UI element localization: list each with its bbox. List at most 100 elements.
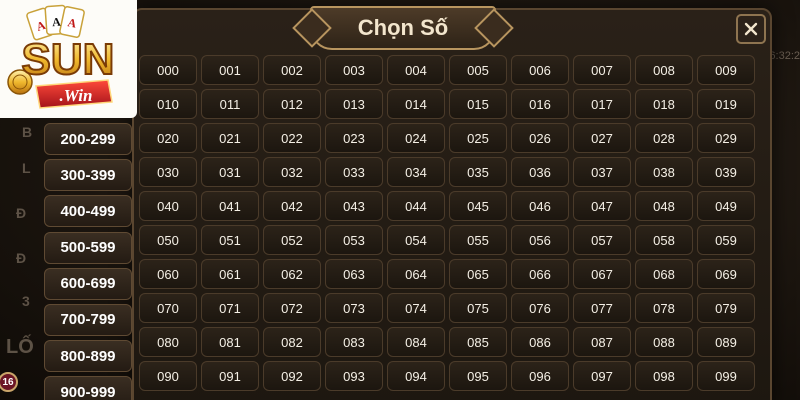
number-cell[interactable]: 045 <box>449 191 507 221</box>
number-cell[interactable]: 056 <box>511 225 569 255</box>
number-cell[interactable]: 066 <box>511 259 569 289</box>
range-button[interactable]: 200-299 <box>44 123 132 155</box>
number-cell[interactable]: 072 <box>263 293 321 323</box>
number-cell[interactable]: 040 <box>139 191 197 221</box>
range-button[interactable]: 500-599 <box>44 231 132 264</box>
number-cell[interactable]: 082 <box>263 327 321 357</box>
number-cell[interactable]: 034 <box>387 157 445 187</box>
number-cell[interactable]: 093 <box>325 361 383 391</box>
number-cell[interactable]: 074 <box>387 293 445 323</box>
number-cell[interactable]: 064 <box>387 259 445 289</box>
number-cell[interactable]: 019 <box>697 89 755 119</box>
number-cell[interactable]: 039 <box>697 157 755 187</box>
number-cell[interactable]: 002 <box>263 55 321 85</box>
number-cell[interactable]: 051 <box>201 225 259 255</box>
number-cell[interactable]: 023 <box>325 123 383 153</box>
number-cell[interactable]: 085 <box>449 327 507 357</box>
number-cell[interactable]: 014 <box>387 89 445 119</box>
number-cell[interactable]: 089 <box>697 327 755 357</box>
number-cell[interactable]: 053 <box>325 225 383 255</box>
number-cell[interactable]: 035 <box>449 157 507 187</box>
number-cell[interactable]: 060 <box>139 259 197 289</box>
notification-badge[interactable]: 16 <box>0 372 18 392</box>
number-cell[interactable]: 038 <box>635 157 693 187</box>
number-cell[interactable]: 043 <box>325 191 383 221</box>
number-cell[interactable]: 058 <box>635 225 693 255</box>
number-cell[interactable]: 011 <box>201 89 259 119</box>
number-cell[interactable]: 098 <box>635 361 693 391</box>
number-cell[interactable]: 037 <box>573 157 631 187</box>
number-cell[interactable]: 048 <box>635 191 693 221</box>
number-cell[interactable]: 086 <box>511 327 569 357</box>
number-cell[interactable]: 091 <box>201 361 259 391</box>
number-cell[interactable]: 099 <box>697 361 755 391</box>
number-cell[interactable]: 007 <box>573 55 631 85</box>
number-cell[interactable]: 032 <box>263 157 321 187</box>
number-cell[interactable]: 016 <box>511 89 569 119</box>
number-cell[interactable]: 005 <box>449 55 507 85</box>
number-cell[interactable]: 047 <box>573 191 631 221</box>
number-cell[interactable]: 006 <box>511 55 569 85</box>
number-cell[interactable]: 083 <box>325 327 383 357</box>
number-cell[interactable]: 024 <box>387 123 445 153</box>
number-cell[interactable]: 015 <box>449 89 507 119</box>
range-button[interactable]: 300-399 <box>44 159 132 192</box>
number-cell[interactable]: 061 <box>201 259 259 289</box>
number-cell[interactable]: 042 <box>263 191 321 221</box>
number-cell[interactable]: 044 <box>387 191 445 221</box>
number-cell[interactable]: 031 <box>201 157 259 187</box>
number-cell[interactable]: 000 <box>139 55 197 85</box>
number-cell[interactable]: 062 <box>263 259 321 289</box>
number-cell[interactable]: 050 <box>139 225 197 255</box>
number-cell[interactable]: 004 <box>387 55 445 85</box>
number-cell[interactable]: 009 <box>697 55 755 85</box>
number-cell[interactable]: 020 <box>139 123 197 153</box>
close-button[interactable] <box>736 14 766 44</box>
number-cell[interactable]: 095 <box>449 361 507 391</box>
number-cell[interactable]: 067 <box>573 259 631 289</box>
number-cell[interactable]: 063 <box>325 259 383 289</box>
range-button[interactable]: 700-799 <box>44 303 132 336</box>
number-cell[interactable]: 090 <box>139 361 197 391</box>
number-cell[interactable]: 049 <box>697 191 755 221</box>
number-cell[interactable]: 059 <box>697 225 755 255</box>
number-cell[interactable]: 057 <box>573 225 631 255</box>
number-cell[interactable]: 001 <box>201 55 259 85</box>
number-cell[interactable]: 069 <box>697 259 755 289</box>
number-cell[interactable]: 068 <box>635 259 693 289</box>
number-cell[interactable]: 017 <box>573 89 631 119</box>
range-button[interactable]: 400-499 <box>44 195 132 228</box>
number-cell[interactable]: 084 <box>387 327 445 357</box>
number-cell[interactable]: 027 <box>573 123 631 153</box>
number-cell[interactable]: 010 <box>139 89 197 119</box>
number-cell[interactable]: 022 <box>263 123 321 153</box>
range-button[interactable]: 900-999 <box>44 376 132 400</box>
number-cell[interactable]: 071 <box>201 293 259 323</box>
number-cell[interactable]: 096 <box>511 361 569 391</box>
number-cell[interactable]: 087 <box>573 327 631 357</box>
number-cell[interactable]: 008 <box>635 55 693 85</box>
number-cell[interactable]: 018 <box>635 89 693 119</box>
number-cell[interactable]: 013 <box>325 89 383 119</box>
number-cell[interactable]: 079 <box>697 293 755 323</box>
number-cell[interactable]: 073 <box>325 293 383 323</box>
number-cell[interactable]: 094 <box>387 361 445 391</box>
number-cell[interactable]: 092 <box>263 361 321 391</box>
number-cell[interactable]: 026 <box>511 123 569 153</box>
number-cell[interactable]: 012 <box>263 89 321 119</box>
number-cell[interactable]: 046 <box>511 191 569 221</box>
range-button[interactable]: 600-699 <box>44 267 132 300</box>
number-cell[interactable]: 081 <box>201 327 259 357</box>
number-cell[interactable]: 033 <box>325 157 383 187</box>
number-cell[interactable]: 097 <box>573 361 631 391</box>
number-cell[interactable]: 054 <box>387 225 445 255</box>
number-cell[interactable]: 075 <box>449 293 507 323</box>
range-button[interactable]: 800-899 <box>44 340 132 373</box>
number-cell[interactable]: 029 <box>697 123 755 153</box>
number-cell[interactable]: 070 <box>139 293 197 323</box>
number-cell[interactable]: 078 <box>635 293 693 323</box>
number-cell[interactable]: 088 <box>635 327 693 357</box>
number-cell[interactable]: 055 <box>449 225 507 255</box>
number-cell[interactable]: 077 <box>573 293 631 323</box>
number-cell[interactable]: 003 <box>325 55 383 85</box>
